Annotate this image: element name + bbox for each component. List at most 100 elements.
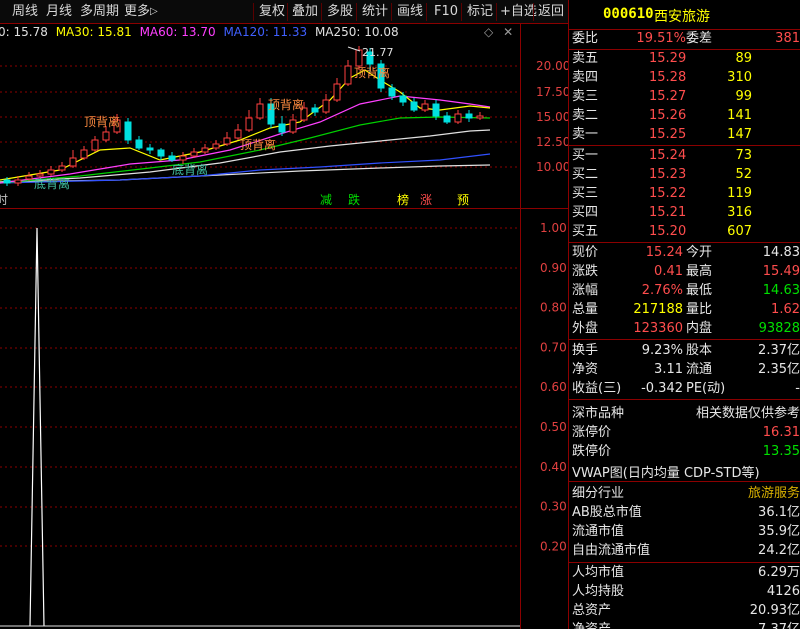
industry-label: 细分行业 — [572, 486, 625, 501]
fundamental-label: 股本 — [686, 343, 713, 358]
fundamental-row: 收益(三) -0.342 PE(动) - — [569, 380, 800, 398]
candle-body — [223, 137, 231, 145]
fundamental-label: 收益(三) — [572, 381, 622, 396]
candle-body — [432, 103, 440, 117]
ask-price: 15.29 — [649, 51, 687, 66]
bid-row[interactable]: 买三 15.22 119 — [569, 185, 800, 203]
high-marker — [347, 46, 361, 52]
bid-volume: 73 — [735, 148, 752, 163]
quote-value: 15.49 — [762, 264, 800, 279]
candle-body — [421, 103, 429, 111]
industry-value: 24.2亿 — [758, 543, 800, 558]
kline-chart-area[interactable]: 20.00 17.50 15.00 12.50 10.00 1.00 0.90 0.80 0.… — [0, 0, 568, 629]
bid-price: 15.22 — [649, 186, 687, 201]
ask-row[interactable]: 卖二 15.26 141 — [569, 107, 800, 125]
fundamental-label: 净资 — [572, 362, 599, 377]
ask-price: 15.27 — [649, 89, 687, 104]
limit-up-label: 涨停价 — [572, 425, 612, 440]
fundamental-value: -0.342 — [641, 381, 683, 396]
bid-volume: 119 — [727, 186, 752, 201]
market-note: 相关数据仅供参考 — [695, 406, 800, 421]
industry-row: 自由流通市值 24.2亿 — [569, 542, 800, 560]
per-capita-label: 人均持股 — [572, 584, 625, 599]
price-axis-tick: 17.50 — [536, 85, 568, 99]
ask-price: 15.26 — [649, 108, 687, 123]
candle-body — [344, 65, 352, 85]
ask-row[interactable]: 卖五 15.29 89 — [569, 50, 800, 68]
quote-value: 93828 — [758, 321, 800, 336]
quote-label: 量比 — [686, 302, 713, 317]
bid-label: 买三 — [572, 186, 599, 201]
ask-label: 卖四 — [572, 70, 599, 85]
order-diff-label: 委差 — [686, 31, 713, 46]
limit-up-value: 16.31 — [762, 425, 800, 440]
per-capita-row: 净资产 7.37亿 — [569, 621, 800, 629]
left-edge-label: 时 — [0, 193, 8, 207]
top-divergence-label: 顶背离 — [84, 114, 120, 129]
fundamental-label: PE(动) — [686, 381, 726, 396]
candle-body — [14, 179, 22, 184]
candle-body — [47, 169, 55, 175]
limit-up-row: 涨停价 16.31 — [569, 424, 800, 442]
quote-label: 今开 — [686, 245, 713, 260]
price-axis-tick: 15.00 — [536, 110, 568, 124]
candle-body — [399, 95, 407, 103]
quote-value: 15.24 — [645, 245, 683, 260]
bid-volume: 52 — [735, 167, 752, 182]
vwap-link[interactable]: VWAP图(日内均量 CDP-STD等) — [572, 462, 760, 481]
candle-body — [476, 115, 484, 119]
per-capita-label: 人均市值 — [572, 565, 625, 580]
candle-body — [58, 165, 66, 171]
ask-label: 卖五 — [572, 51, 599, 66]
stock-code: 000610 — [603, 6, 654, 22]
order-diff-value: 381 — [775, 31, 800, 46]
ask-volume: 147 — [727, 127, 752, 142]
bid-volume: 316 — [727, 205, 752, 220]
divider — [569, 242, 800, 243]
candle-body — [3, 179, 11, 184]
signal-label: 减 — [320, 193, 332, 207]
ask-label: 卖一 — [572, 127, 599, 142]
candle-body — [91, 139, 99, 151]
order-ratio-value: 19.51% — [636, 31, 686, 46]
market-kind: 深市品种 — [572, 406, 625, 421]
candle-body — [201, 147, 209, 153]
candle-body — [69, 157, 77, 167]
industry-label: 流通市值 — [572, 524, 625, 539]
quote-row: 外盘 123360 内盘 93828 — [569, 320, 800, 338]
quote-value: 14.83 — [762, 245, 800, 260]
per-capita-value: 7.37亿 — [758, 621, 800, 629]
order-ratio-row: 委比 19.51% 委差 381 — [569, 30, 800, 48]
candle-body — [135, 139, 143, 149]
industry-value[interactable]: 旅游服务 — [748, 485, 800, 503]
quote-row: 现价 15.24 今开 14.83 — [569, 244, 800, 262]
industry-label: AB股总市值 — [572, 505, 642, 520]
divider — [569, 399, 800, 400]
candle-body — [454, 113, 462, 123]
per-capita-row: 总资产 20.93亿 — [569, 602, 800, 620]
ask-row[interactable]: 卖三 15.27 99 — [569, 88, 800, 106]
per-capita-value: 6.29万 — [758, 565, 800, 580]
bid-row[interactable]: 买四 15.21 316 — [569, 204, 800, 222]
bid-row[interactable]: 买五 15.20 607 — [569, 223, 800, 241]
quote-panel: 000610 西安旅游 委比 19.51% 委差 381 卖五 15.29 89… — [569, 0, 800, 629]
ask-row[interactable]: 卖一 15.25 147 — [569, 126, 800, 144]
candle-body — [245, 117, 253, 131]
top-divergence-label: 顶背离 — [240, 137, 276, 152]
bid-price: 15.23 — [649, 167, 687, 182]
quote-value: 1.62 — [771, 302, 800, 317]
candle-body — [80, 149, 88, 159]
candle-body — [102, 131, 110, 141]
quote-label: 外盘 — [572, 321, 599, 336]
bid-row[interactable]: 买一 15.24 73 — [569, 147, 800, 165]
indicator-axis-tick: 0.80 — [540, 301, 567, 315]
limit-down-label: 跌停价 — [572, 444, 612, 459]
indicator-axis-tick: 0.40 — [540, 460, 567, 474]
indicator-axis-tick: 0.70 — [540, 340, 567, 354]
limit-down-value: 13.35 — [762, 444, 800, 459]
candle-body — [322, 99, 330, 113]
bid-row[interactable]: 买二 15.23 52 — [569, 166, 800, 184]
quote-label: 涨幅 — [572, 283, 599, 298]
ask-row[interactable]: 卖四 15.28 310 — [569, 69, 800, 87]
ask-volume: 310 — [727, 70, 752, 85]
